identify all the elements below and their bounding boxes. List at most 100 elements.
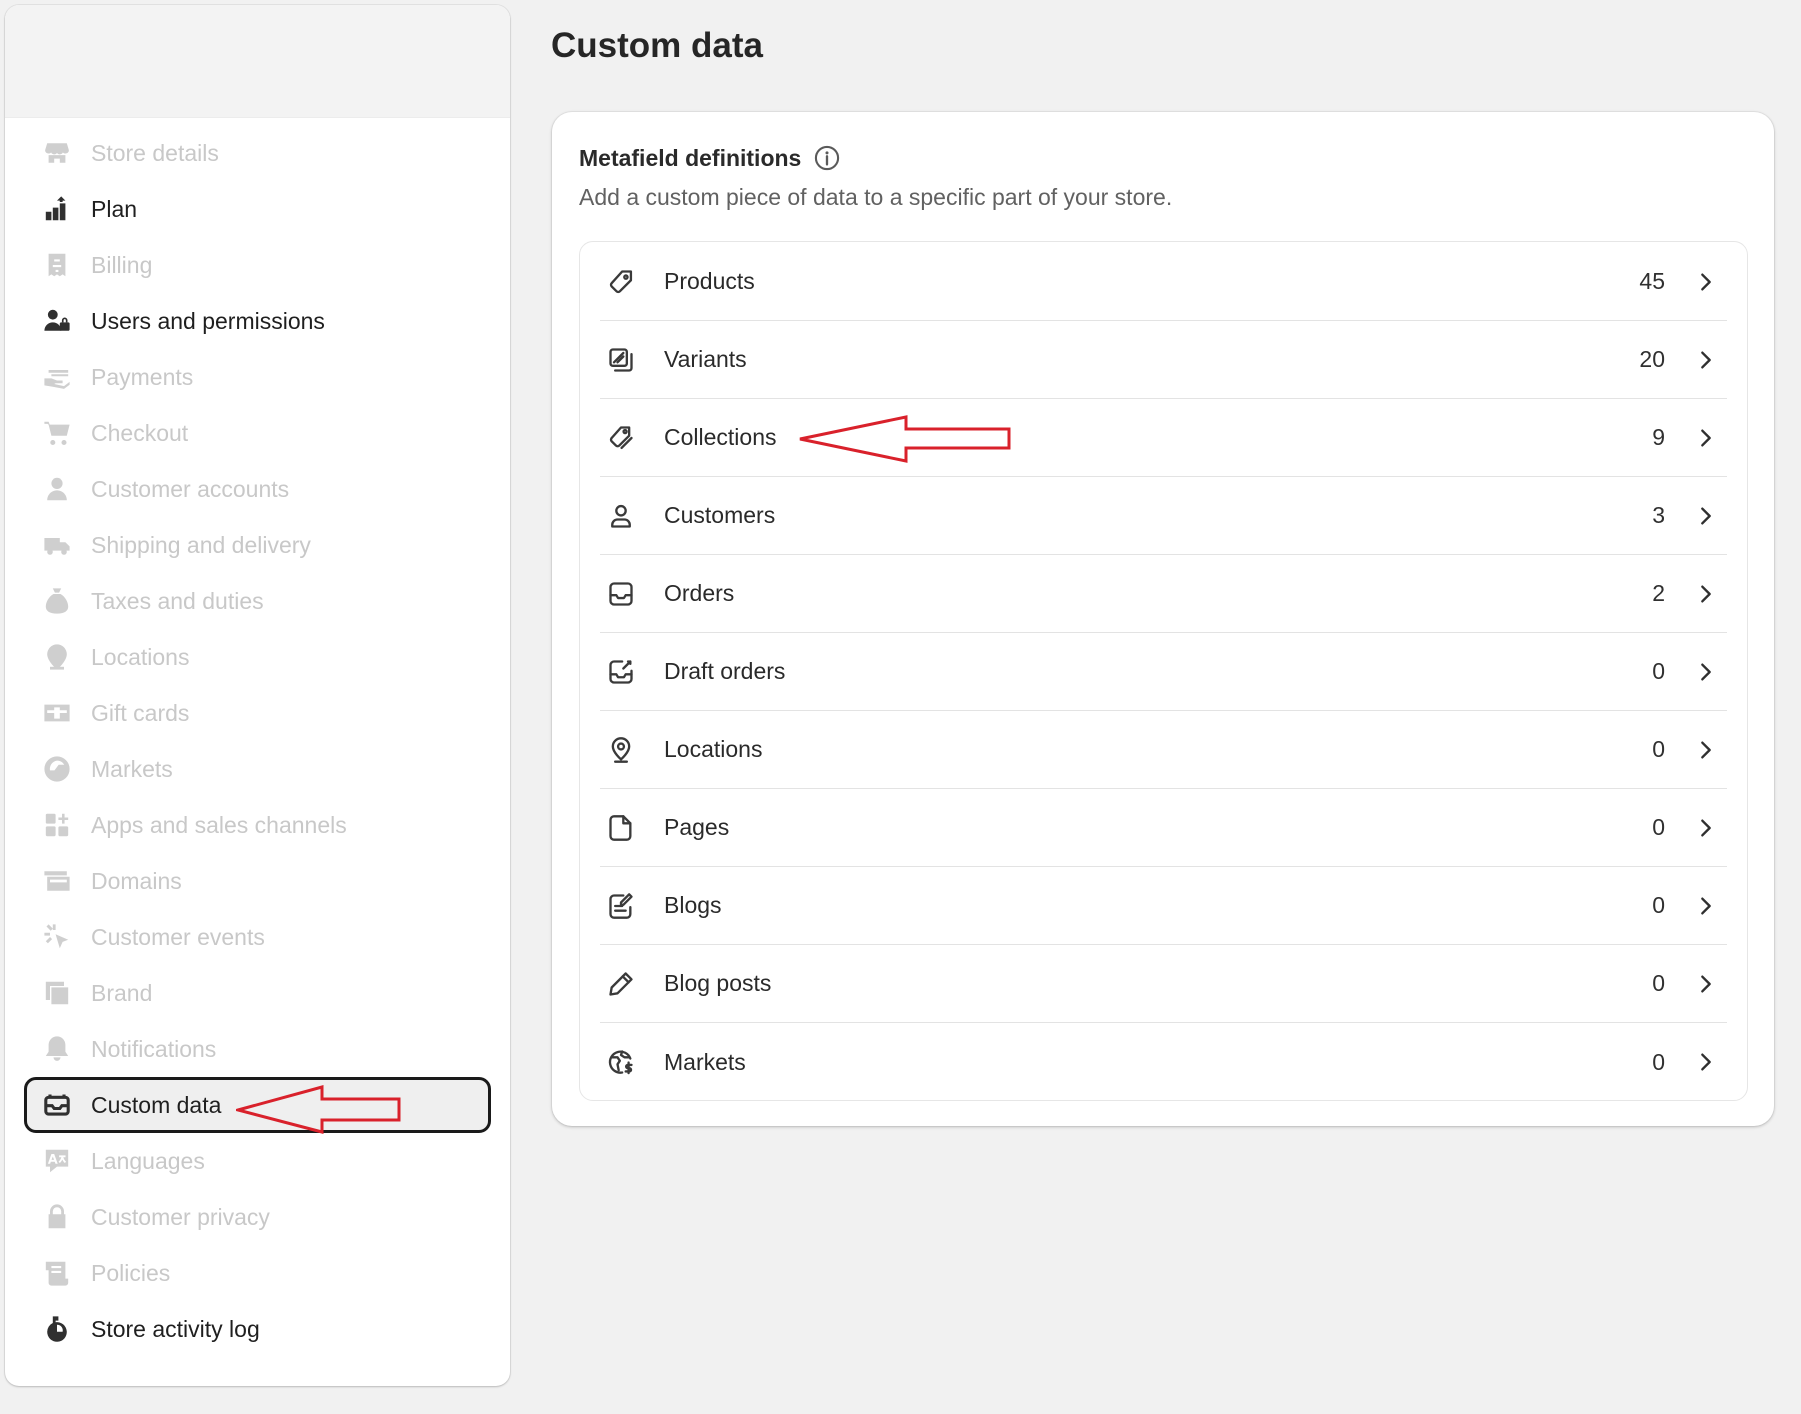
row-count: 0 [1652,970,1665,996]
list-row-variants[interactable]: Variants 20 [600,321,1727,399]
row-count: 0 [1652,892,1665,918]
sidebar-item-store-details[interactable]: Store details [24,125,491,181]
gift-card-icon [42,699,71,728]
chevron-right-icon [1695,817,1717,839]
settings-page: Store details Plan Billing Users and per… [0,0,1801,1414]
row-label: Locations [664,736,763,762]
sidebar-nav: Store details Plan Billing Users and per… [5,118,510,1357]
sidebar-item-label: Plan [91,195,138,222]
sidebar-item-customer-events[interactable]: Customer events [24,909,491,965]
list-row-draft-orders[interactable]: Draft orders 0 [600,633,1727,711]
metafield-definitions-card: Metafield definitions Add a custom piece… [552,112,1774,1126]
sidebar-item-label: Customer events [91,923,265,950]
sidebar-item-label: Locations [91,643,190,670]
users-icon [42,307,71,336]
brand-icon [42,979,71,1008]
list-row-collections[interactable]: Collections 9 [600,399,1727,477]
sidebar-item-gift-cards[interactable]: Gift cards [24,685,491,741]
location-pin-icon [42,643,71,672]
payment-hand-icon [42,363,71,392]
inbox-icon [606,579,636,609]
lock-icon [42,1203,71,1232]
row-count: 20 [1639,346,1665,372]
list-row-blogs[interactable]: Blogs 0 [600,867,1727,945]
cursor-click-icon [42,923,71,952]
person-icon [42,475,71,504]
list-row-locations[interactable]: Locations 0 [600,711,1727,789]
row-count: 0 [1652,658,1665,684]
chevron-right-icon [1695,1051,1717,1073]
row-label: Variants [664,346,747,372]
sidebar-item-customer-accounts[interactable]: Customer accounts [24,461,491,517]
sidebar-item-label: Domains [91,867,182,894]
draft-order-icon [606,657,636,687]
sidebar-item-label: Taxes and duties [91,587,264,614]
sidebar-item-brand[interactable]: Brand [24,965,491,1021]
row-label: Markets [664,1048,746,1075]
row-count: 9 [1652,424,1665,450]
sidebar-item-custom-data[interactable]: Custom data [24,1077,491,1133]
list-row-pages[interactable]: Pages 0 [600,789,1727,867]
sidebar-item-label: Brand [91,979,153,1006]
metafield-list: Products 45 Variants 20 Collections 9 Cu… [579,241,1748,1101]
activity-log-icon [42,1315,71,1344]
globe-outline-icon [606,1047,636,1077]
chevron-right-icon [1695,661,1717,683]
row-label: Blogs [664,892,722,918]
truck-icon [42,531,71,560]
sidebar-item-locations[interactable]: Locations [24,629,491,685]
row-count: 3 [1652,502,1665,528]
chevron-right-icon [1695,739,1717,761]
card-header: Metafield definitions [579,144,841,172]
row-label: Collections [664,424,777,450]
list-row-markets[interactable]: Markets 0 [600,1023,1727,1101]
sidebar-item-label: Shipping and delivery [91,531,311,558]
chevron-right-icon [1695,895,1717,917]
apps-icon [42,811,71,840]
row-count: 0 [1652,814,1665,840]
sidebar-header [5,5,510,118]
sidebar-item-domains[interactable]: Domains [24,853,491,909]
sidebar-item-payments[interactable]: Payments [24,349,491,405]
list-row-orders[interactable]: Orders 2 [600,555,1727,633]
sidebar-item-store-activity-log[interactable]: Store activity log [24,1301,491,1357]
list-row-customers[interactable]: Customers 3 [600,477,1727,555]
sidebar-item-languages[interactable]: Languages [24,1133,491,1189]
sidebar-item-plan[interactable]: Plan [24,181,491,237]
chevron-right-icon [1695,505,1717,527]
card-title: Metafield definitions [579,144,802,171]
row-label: Blog posts [664,970,772,996]
translate-icon [42,1147,71,1176]
sidebar-item-policies[interactable]: Policies [24,1245,491,1301]
globe-icon [42,755,71,784]
info-icon[interactable] [813,144,841,172]
sidebar-item-label: Languages [91,1147,205,1174]
row-label: Draft orders [664,658,786,684]
sidebar-item-notifications[interactable]: Notifications [24,1021,491,1077]
sidebar-item-checkout[interactable]: Checkout [24,405,491,461]
sidebar-item-taxes-and-duties[interactable]: Taxes and duties [24,573,491,629]
sidebar-item-users-and-permissions[interactable]: Users and permissions [24,293,491,349]
chevron-right-icon [1695,427,1717,449]
sidebar-item-label: Customer privacy [91,1203,270,1230]
sidebar-item-billing[interactable]: Billing [24,237,491,293]
chevron-right-icon [1695,349,1717,371]
row-label: Pages [664,814,730,840]
bell-icon [42,1035,71,1064]
list-row-blog-posts[interactable]: Blog posts 0 [600,945,1727,1023]
row-label: Products [664,268,755,294]
sidebar-item-label: Billing [91,251,153,278]
sidebar-item-markets[interactable]: Markets [24,741,491,797]
row-label: Customers [664,502,776,528]
row-label: Orders [664,580,735,606]
sidebar-item-shipping-and-delivery[interactable]: Shipping and delivery [24,517,491,573]
sidebar-item-label: Store details [91,139,219,166]
sidebar-item-customer-privacy[interactable]: Customer privacy [24,1189,491,1245]
pencil-icon [606,969,636,999]
row-count: 0 [1652,736,1665,762]
sidebar-item-apps-and-sales-channels[interactable]: Apps and sales channels [24,797,491,853]
location-outline-icon [606,735,636,765]
tag-icon [606,267,636,297]
list-row-products[interactable]: Products 45 [600,243,1727,321]
page-title: Custom data [551,26,763,65]
